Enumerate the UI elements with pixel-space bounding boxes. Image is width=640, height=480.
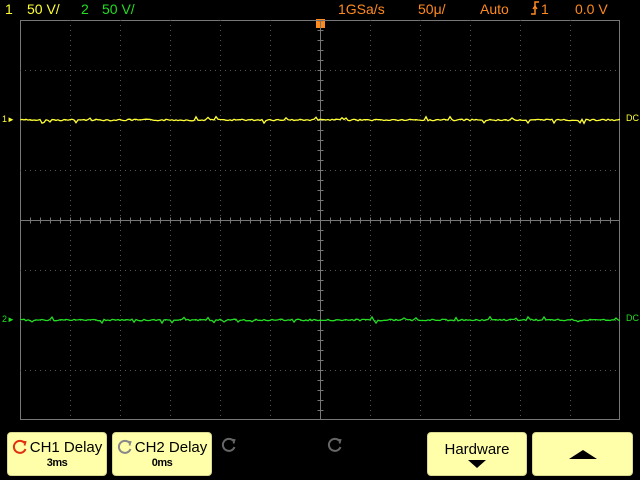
waveform-display[interactable]	[20, 20, 620, 420]
ch2-trace	[20, 315, 620, 325]
sample-rate: 1GSa/s	[338, 1, 385, 17]
trigger-edge-icon	[530, 0, 540, 18]
ch1-scale: 50 V/	[27, 1, 60, 17]
ch2-delay-value: 0ms	[151, 456, 173, 469]
entry-knob-icon	[117, 439, 132, 454]
down-arrow-icon	[468, 459, 486, 468]
ch1-trace	[20, 115, 620, 125]
trigger-source: 1	[541, 1, 549, 17]
trigger-mode: Auto	[480, 1, 509, 17]
ch1-coupling-label: DC	[626, 113, 639, 123]
ch1-number: 1	[5, 1, 13, 17]
trigger-level: 0.0 V	[575, 1, 608, 17]
ch2-delay-label: CH2 Delay	[134, 438, 208, 456]
ch2-delay-softkey[interactable]: CH2 Delay 0ms	[112, 432, 212, 476]
status-bar: 1 50 V/ 2 50 V/ 1GSa/s 50μ/ Auto 1 0.0 V	[0, 0, 640, 18]
ch2-ground-marker[interactable]: 2►	[2, 314, 15, 325]
hardware-softkey[interactable]: Hardware	[427, 432, 527, 476]
back-softkey[interactable]	[532, 432, 633, 476]
ch1-ground-marker[interactable]: 1►	[2, 114, 15, 125]
entry-knob-icon	[327, 437, 342, 452]
ch2-scale: 50 V/	[102, 1, 135, 17]
entry-knob-icon	[12, 439, 27, 454]
ch1-delay-softkey[interactable]: CH1 Delay 3ms	[7, 432, 107, 476]
ch2-coupling-label: DC	[626, 313, 639, 323]
ch1-delay-label: CH1 Delay	[29, 438, 103, 456]
hardware-label: Hardware	[444, 440, 510, 458]
up-arrow-icon	[568, 449, 597, 459]
timebase: 50μ/	[418, 1, 446, 17]
ch1-delay-value: 3ms	[46, 456, 68, 469]
waveform-traces	[20, 115, 620, 325]
entry-knob-icon	[221, 437, 236, 452]
ch2-number: 2	[81, 1, 89, 17]
